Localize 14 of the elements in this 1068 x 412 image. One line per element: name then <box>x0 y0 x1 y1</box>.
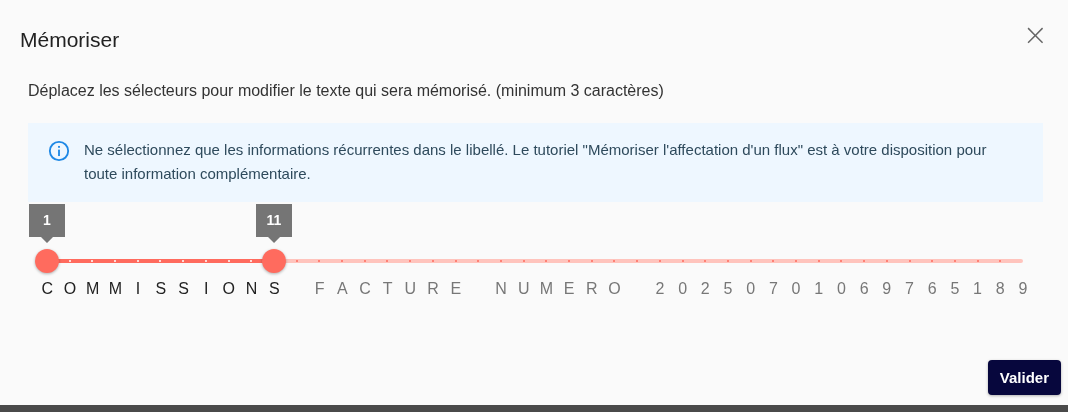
value-tooltip: 1 <box>29 204 65 243</box>
info-text: Ne sélectionnez que les informations récurrentes dans le libellé. Le tutoriel "Mémoriser l'affectation d'un flux" est à votre disposition pour toute information complémentaire. <box>84 140 988 184</box>
slider-label-word: C O M M I S S I O N S <box>40 280 281 298</box>
dialog-title: Mémoriser <box>20 28 120 52</box>
slider-label-word: 2 0 2 5 0 7 0 1 0 6 9 7 6 5 1 8 9 <box>654 280 1029 298</box>
validate-button[interactable]: Valider <box>987 360 1061 395</box>
value-tooltip: 11 <box>256 204 292 243</box>
close-button[interactable]: × <box>1016 24 1054 46</box>
slider-label-word: F A C T U R E <box>313 280 463 298</box>
slider-thumb[interactable] <box>262 249 286 273</box>
instruction-text: Déplacez les sélecteurs pour modifier le texte qui sera mémorisé. (minimum 3 caractères) <box>28 82 665 100</box>
slider-thumb[interactable] <box>35 249 59 273</box>
info-icon <box>48 140 70 162</box>
slider-label-word: N U M E R O <box>494 280 622 298</box>
